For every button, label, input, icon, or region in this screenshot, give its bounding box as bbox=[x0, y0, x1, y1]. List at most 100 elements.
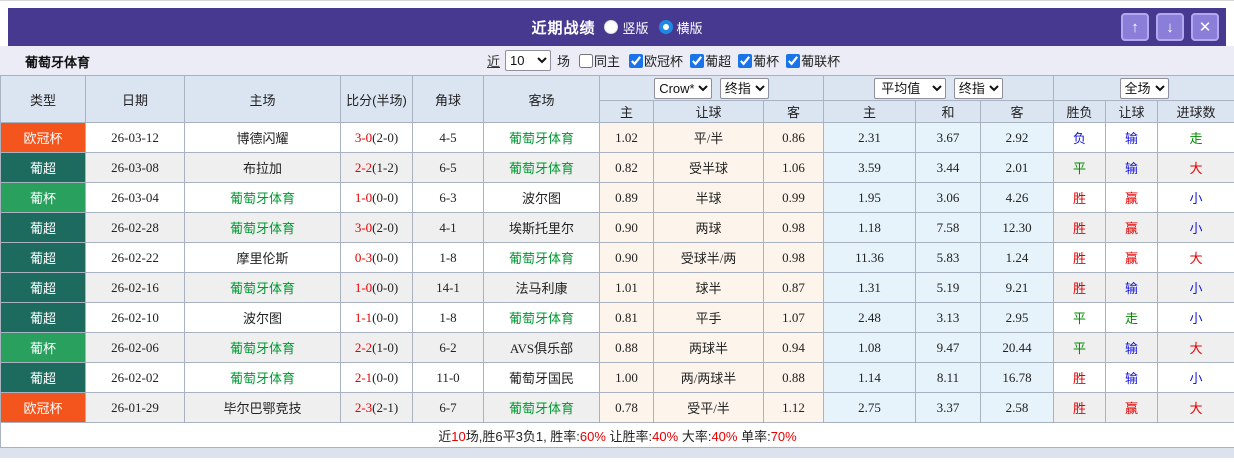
away-team-cell[interactable]: AVS俱乐部 bbox=[483, 332, 600, 363]
league-filter[interactable]: 葡杯 bbox=[731, 51, 779, 70]
average-stage-select[interactable]: 终指 bbox=[953, 77, 1003, 99]
league-label: 欧冠杯 bbox=[644, 54, 684, 69]
away-team-cell[interactable]: 葡萄牙体育 bbox=[483, 242, 600, 273]
corner-cell: 6-3 bbox=[412, 182, 484, 213]
same-home-filter[interactable]: 同主 bbox=[572, 51, 620, 70]
arrow-up-icon: ↑ bbox=[1131, 18, 1139, 36]
home-team-cell[interactable]: 摩里伦斯 bbox=[184, 242, 341, 273]
avg-away-cell: 16.78 bbox=[979, 362, 1055, 393]
home-team-cell[interactable]: 葡萄牙体育 bbox=[184, 212, 341, 243]
league-checkbox[interactable] bbox=[786, 53, 801, 68]
avg-home-cell: 11.36 bbox=[823, 242, 916, 273]
average-select[interactable]: 平均值 bbox=[874, 77, 947, 99]
fulltime-score: 0-3 bbox=[354, 249, 373, 265]
odds-home-cell: 0.90 bbox=[599, 212, 654, 243]
layout-radio[interactable]: 竖版 bbox=[604, 18, 649, 37]
radio-icon[interactable] bbox=[658, 20, 673, 34]
halftime-score: (0-0) bbox=[372, 309, 399, 325]
league-checkbox[interactable] bbox=[738, 53, 753, 68]
home-team-cell[interactable]: 葡萄牙体育 bbox=[184, 182, 341, 213]
date-cell: 26-03-12 bbox=[85, 122, 185, 153]
fulltime-score: 2-2 bbox=[354, 339, 373, 355]
result-goals-cell: 小 bbox=[1157, 302, 1234, 333]
result-wdl-cell: 胜 bbox=[1053, 272, 1107, 303]
result-wdl-cell: 负 bbox=[1053, 122, 1107, 153]
table-row: 葡杯 26-02-06 葡萄牙体育 2-2(1-0) 6-2 AVS俱乐部 0.… bbox=[0, 332, 1234, 363]
home-team-cell[interactable]: 波尔图 bbox=[184, 302, 341, 333]
result-wdl-cell: 胜 bbox=[1053, 212, 1107, 243]
league-filter[interactable]: 葡联杯 bbox=[779, 51, 840, 70]
odds-home-cell: 0.89 bbox=[599, 182, 654, 213]
score-cell: 2-1(0-0) bbox=[340, 362, 413, 393]
match-count-select[interactable]: 10 bbox=[505, 50, 552, 71]
away-team-cell[interactable]: 波尔图 bbox=[483, 182, 600, 213]
same-home-checkbox[interactable] bbox=[579, 53, 594, 68]
close-button[interactable]: ✕ bbox=[1191, 13, 1219, 41]
summary-segment: 10 bbox=[451, 428, 466, 444]
scope-select[interactable]: 全场 bbox=[1119, 77, 1169, 99]
table-row: 欧冠杯 26-01-29 毕尔巴鄂竞技 2-3(2-1) 6-7 葡萄牙体育 0… bbox=[0, 392, 1234, 423]
home-team-cell[interactable]: 毕尔巴鄂竞技 bbox=[184, 392, 341, 423]
league-checkbox[interactable] bbox=[690, 53, 705, 68]
away-team-cell[interactable]: 葡萄牙体育 bbox=[483, 392, 600, 423]
result-handicap-cell: 输 bbox=[1105, 152, 1159, 183]
team-name: 葡萄牙体育 bbox=[25, 55, 91, 70]
halftime-score: (2-0) bbox=[372, 129, 399, 145]
result-handicap-cell: 走 bbox=[1105, 302, 1159, 333]
table-row: 葡超 26-02-16 葡萄牙体育 1-0(0-0) 14-1 法马利康 1.0… bbox=[0, 272, 1234, 303]
away-team-cell[interactable]: 法马利康 bbox=[483, 272, 600, 303]
odds-company-select[interactable]: Crow* bbox=[654, 77, 713, 99]
avg-draw-cell: 9.47 bbox=[915, 332, 981, 363]
home-team-cell[interactable]: 布拉加 bbox=[184, 152, 341, 183]
away-team-cell[interactable]: 埃斯托里尔 bbox=[483, 212, 600, 243]
corner-cell: 6-2 bbox=[412, 332, 484, 363]
result-goals-cell: 大 bbox=[1157, 152, 1234, 183]
home-team-cell[interactable]: 博德闪耀 bbox=[184, 122, 341, 153]
home-team-cell[interactable]: 葡萄牙体育 bbox=[184, 272, 341, 303]
result-handicap-cell: 赢 bbox=[1105, 242, 1159, 273]
odds-home-cell: 1.00 bbox=[599, 362, 654, 393]
result-goals-cell: 走 bbox=[1157, 122, 1234, 153]
radio-icon[interactable] bbox=[604, 20, 619, 34]
halftime-score: (1-0) bbox=[372, 339, 399, 355]
result-wdl-cell: 平 bbox=[1053, 332, 1107, 363]
avg-home-cell: 2.31 bbox=[823, 122, 916, 153]
table-row: 葡超 26-02-02 葡萄牙体育 2-1(0-0) 11-0 葡萄牙国民 1.… bbox=[0, 362, 1234, 393]
result-handicap-cell: 输 bbox=[1105, 272, 1159, 303]
away-team-cell[interactable]: 葡萄牙体育 bbox=[483, 122, 600, 153]
fulltime-score: 2-1 bbox=[354, 369, 373, 385]
league-filter[interactable]: 葡超 bbox=[683, 51, 731, 70]
result-wdl-cell: 胜 bbox=[1053, 242, 1107, 273]
avg-home-cell: 2.48 bbox=[823, 302, 916, 333]
corner-cell: 6-7 bbox=[412, 392, 484, 423]
date-cell: 26-02-16 bbox=[85, 272, 185, 303]
odds-line-cell: 平/半 bbox=[653, 122, 764, 153]
col-header-date: 日期 bbox=[85, 75, 185, 123]
avg-draw-cell: 5.19 bbox=[915, 272, 981, 303]
away-team-cell[interactable]: 葡萄牙体育 bbox=[483, 152, 600, 183]
home-team-cell[interactable]: 葡萄牙体育 bbox=[184, 332, 341, 363]
col-header-corner: 角球 bbox=[412, 75, 484, 123]
move-up-button[interactable]: ↑ bbox=[1121, 13, 1149, 41]
away-team-cell[interactable]: 葡萄牙国民 bbox=[483, 362, 600, 393]
odds-stage-select[interactable]: 终指 bbox=[719, 77, 769, 99]
league-checkbox[interactable] bbox=[629, 53, 644, 68]
avg-away-cell: 1.24 bbox=[979, 242, 1055, 273]
away-team-cell[interactable]: 葡萄牙体育 bbox=[483, 302, 600, 333]
move-down-button[interactable]: ↓ bbox=[1156, 13, 1184, 41]
date-cell: 26-02-02 bbox=[85, 362, 185, 393]
home-team-cell[interactable]: 葡萄牙体育 bbox=[184, 362, 341, 393]
odds-home-cell: 0.81 bbox=[599, 302, 654, 333]
recent-link[interactable]: 近 bbox=[487, 51, 500, 70]
radio-label-text: 竖版 bbox=[622, 20, 649, 36]
fulltime-score: 3-0 bbox=[354, 129, 373, 145]
score-cell: 1-0(0-0) bbox=[340, 272, 413, 303]
odds-line-cell: 受球半/两 bbox=[653, 242, 764, 273]
fulltime-score: 1-0 bbox=[354, 189, 373, 205]
layout-radio[interactable]: 横版 bbox=[658, 18, 703, 37]
league-filter[interactable]: 欧冠杯 bbox=[622, 51, 683, 70]
corner-cell: 14-1 bbox=[412, 272, 484, 303]
result-goals-cell: 小 bbox=[1157, 272, 1234, 303]
col-header-odds-home: 主 bbox=[599, 100, 654, 123]
panel-title: 近期战绩 bbox=[531, 19, 596, 37]
